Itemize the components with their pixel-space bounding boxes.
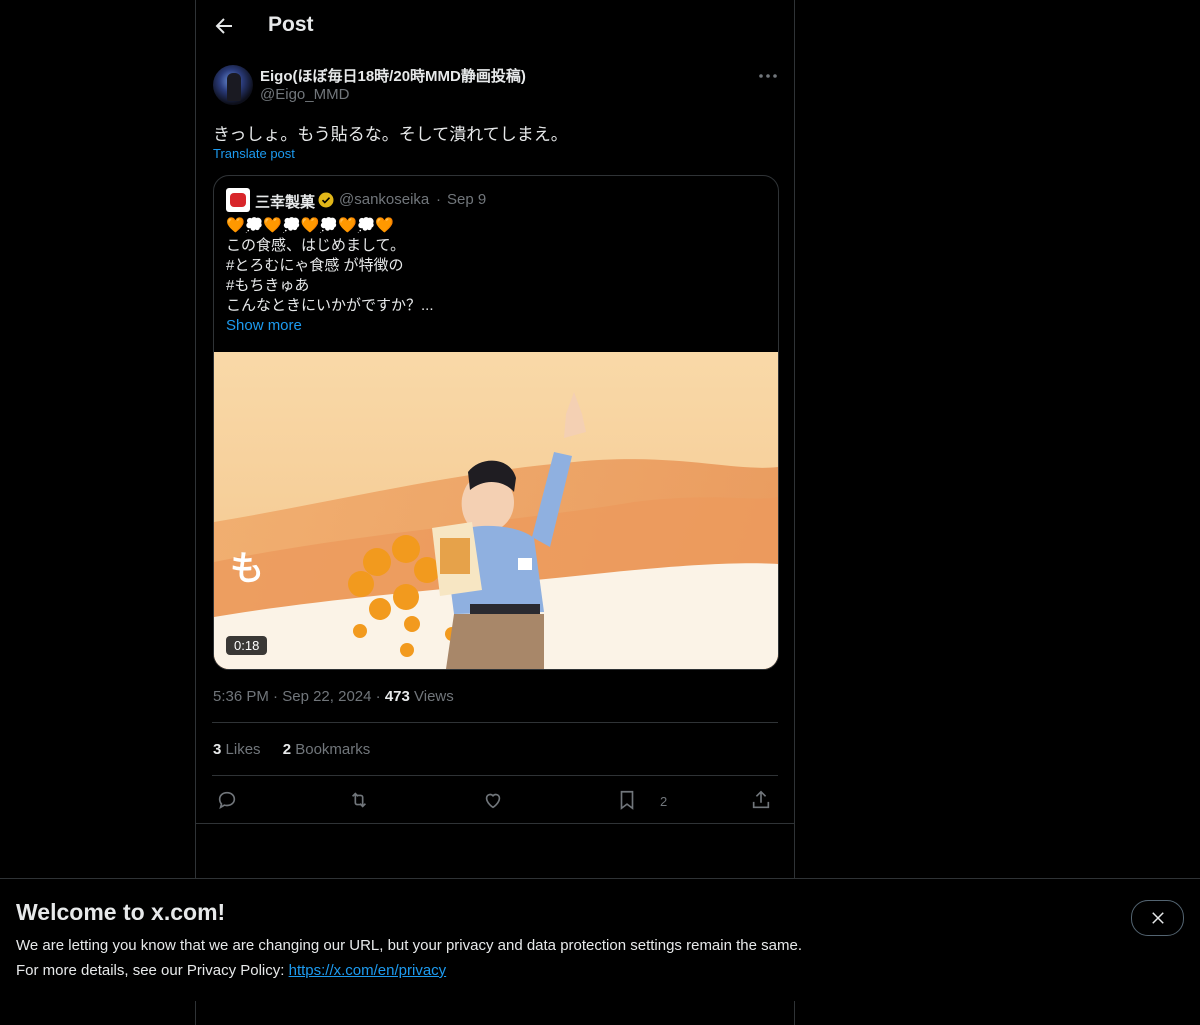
views-count: 473: [384, 688, 410, 705]
separator-dot: ·: [375, 688, 385, 705]
welcome-banner: Welcome to x.com! We are letting you kno…: [0, 878, 1200, 1001]
bookmarks-count: 2: [282, 741, 292, 758]
engagement-stats: 3 Likes 2 Bookmarks: [213, 741, 388, 758]
divider: [212, 722, 778, 723]
likes-stat[interactable]: 3 Likes: [213, 741, 261, 758]
quoted-avatar[interactable]: [226, 188, 250, 212]
video-illustration: も: [214, 352, 778, 669]
post-time[interactable]: 5:36 PM: [213, 688, 269, 705]
avatar[interactable]: [213, 65, 253, 105]
quoted-date: Sep 9: [447, 191, 487, 208]
action-bar: 2: [212, 786, 778, 816]
svg-text:も: も: [230, 549, 264, 589]
close-icon: [1151, 912, 1164, 924]
banner-policy-prefix: For more details, see our Privacy Policy…: [16, 962, 285, 979]
divider: [196, 823, 794, 824]
reply-icon[interactable]: [216, 789, 240, 813]
verified-badge-icon: [318, 192, 334, 208]
separator-dot: ·: [436, 191, 441, 208]
likes-count: 3: [213, 741, 222, 758]
quoted-post[interactable]: 三幸製菓 @sankoseika · Sep 9 🧡💭🧡💭🧡💭🧡💭🧡 この食感、…: [213, 175, 779, 670]
author-name[interactable]: Eigo(ほぼ毎日18時/20時MMD静画投稿): [260, 65, 526, 86]
banner-text-policy: For more details, see our Privacy Policy…: [16, 962, 446, 979]
video-duration: 0:18: [226, 636, 268, 655]
quoted-line[interactable]: #もちきゅあ: [226, 276, 434, 296]
more-icon[interactable]: [756, 66, 780, 86]
banner-title: Welcome to x.com!: [16, 899, 226, 925]
quoted-text: 🧡💭🧡💭🧡💭🧡💭🧡 この食感、はじめまして。 #とろむにゃ食感 が特徴の #もち…: [226, 216, 434, 316]
quoted-line[interactable]: #とろむにゃ食感 が特徴の: [226, 256, 434, 276]
translate-post-link[interactable]: Translate post: [213, 146, 295, 161]
page-title: Post: [268, 13, 314, 36]
quoted-line: こんなときにいかがですか？...: [226, 297, 434, 314]
separator-dot: ·: [273, 688, 283, 705]
close-button[interactable]: [1131, 900, 1184, 936]
top-bar: Post: [196, 0, 794, 54]
quoted-author-name: 三幸製菓: [255, 194, 316, 211]
privacy-policy-link[interactable]: https://x.com/en/privacy: [289, 962, 447, 979]
post-date[interactable]: Sep 22, 2024: [282, 688, 371, 705]
quoted-line: この食感、はじめまして。: [226, 237, 406, 254]
main-column: Post Eigo(ほぼ毎日18時/20時MMD静画投稿) @Eigo_MMD …: [195, 0, 795, 1025]
show-more-link[interactable]: Show more: [226, 317, 302, 334]
bookmarks-label: Bookmarks: [295, 741, 371, 758]
like-icon[interactable]: [482, 789, 506, 813]
video-thumbnail[interactable]: も 0:18: [214, 352, 778, 669]
likes-label: Likes: [225, 741, 261, 758]
author-handle[interactable]: @Eigo_MMD: [260, 86, 349, 103]
repost-icon[interactable]: [348, 789, 372, 813]
quoted-line: 🧡💭🧡💭🧡💭🧡💭🧡: [226, 217, 395, 234]
views-label: Views: [414, 688, 454, 705]
share-icon[interactable]: [750, 789, 774, 813]
post-text: きっしょ。もう貼るな。そして潰れてしまえ。: [213, 125, 568, 144]
quoted-author-handle: @sankoseika: [339, 191, 430, 208]
bookmark-icon[interactable]: [616, 789, 640, 813]
banner-text: We are letting you know that we are chan…: [16, 937, 802, 954]
bookmarks-stat[interactable]: 2 Bookmarks: [283, 741, 371, 758]
back-arrow-icon[interactable]: [212, 14, 236, 38]
divider: [212, 775, 778, 776]
bookmark-count: 2: [660, 794, 668, 809]
post-meta: 5:36 PM · Sep 22, 2024 · 473 Views: [213, 688, 454, 705]
